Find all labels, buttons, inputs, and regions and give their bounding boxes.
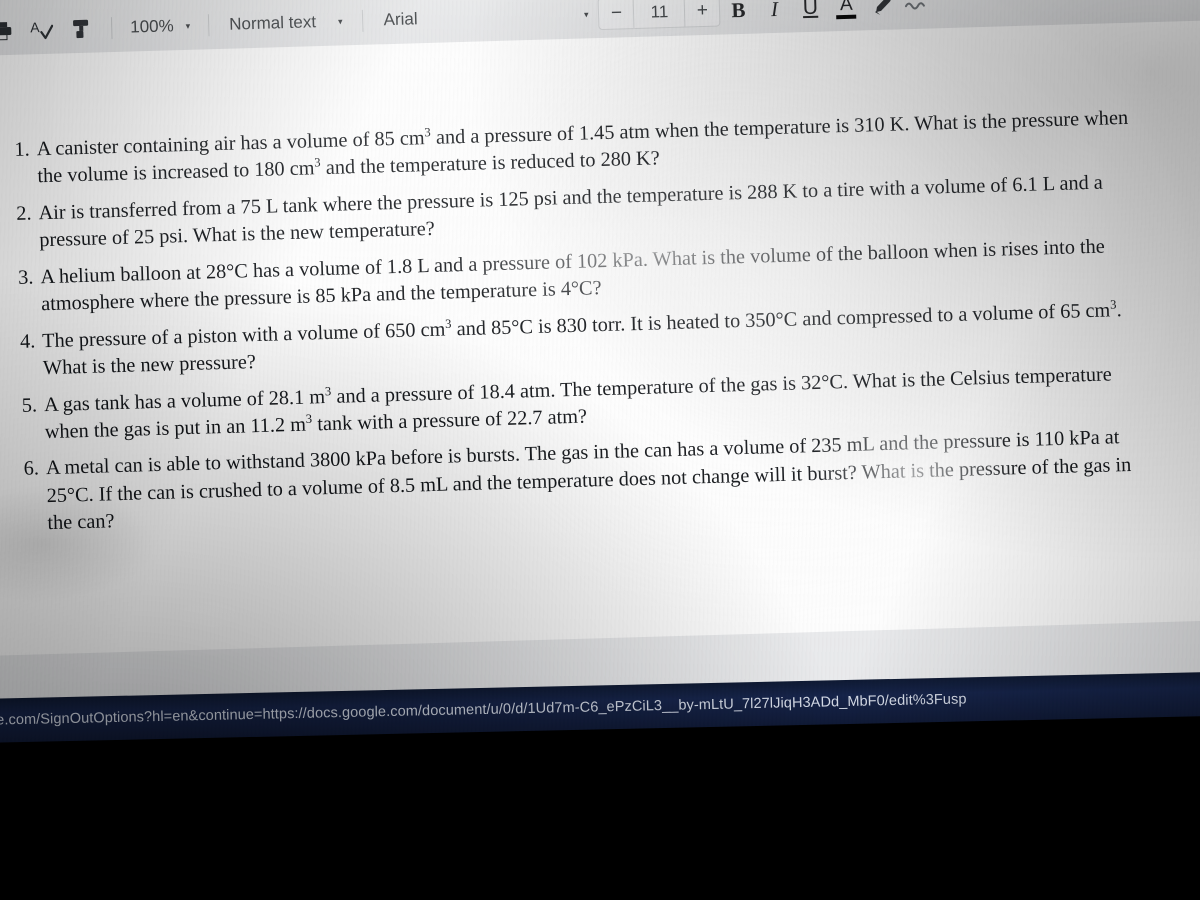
paint-format-icon[interactable] [61,11,102,46]
chevron-down-icon: ▾ [337,15,343,27]
monitor-screen: Combined Ga... ★ ⇲ ☁ File Edit View Inse… [0,0,1200,739]
text-color-swatch [836,14,857,19]
font-size-increase-button[interactable]: + [685,0,720,27]
font-size-stepper[interactable]: − 11 + [598,0,721,31]
toolbar-divider [362,9,364,32]
italic-button[interactable]: I [756,0,793,27]
photo-dark-border [0,760,1200,900]
svg-text:A: A [30,19,40,35]
document-page: 1. A canister containing air has a volum… [0,17,1200,663]
underline-button[interactable]: U [792,0,829,25]
font-size-value[interactable]: 11 [633,0,686,29]
paragraph-style-select[interactable]: Normal text ▾ [219,5,353,41]
list-item-text: A metal can is able to withstand 3800 kP… [45,426,1132,534]
zoom-select[interactable]: 100% ▾ [122,10,199,44]
font-family-select[interactable]: Arial ▾ [373,0,599,37]
paragraph-style-value: Normal text [228,12,317,34]
list-item-number: 6. [23,457,40,481]
more-options-icon[interactable] [900,0,937,22]
toolbar-divider [207,14,210,37]
bold-button[interactable]: B [720,0,757,28]
list-item-number: 1. [14,138,31,161]
font-family-value: Arial [383,9,418,30]
highlight-pen-icon[interactable] [864,0,901,23]
photographed-screen: Combined Ga... ★ ⇲ ☁ File Edit View Inse… [0,0,1200,900]
list-item-number: 2. [16,202,32,225]
list-item-number: 3. [17,266,34,289]
text-color-button[interactable]: A [828,0,865,24]
spellcheck-icon[interactable]: A [21,13,62,48]
print-icon[interactable] [0,14,22,49]
chevron-down-icon: ▾ [583,8,589,19]
document-body[interactable]: 1. A canister containing air has a volum… [0,104,1161,548]
zoom-value: 100% [129,16,174,37]
list-item-number: 5. [21,393,38,417]
text-color-label: A [839,0,853,15]
status-bar-url: nts.google.com/SignOutOptions?hl=en&cont… [0,691,967,730]
toolbar-divider [110,17,113,40]
screen-glare [106,566,310,663]
font-size-decrease-button[interactable]: − [599,0,634,29]
list-item-number: 4. [19,330,36,353]
chevron-down-icon: ▾ [185,20,191,31]
question-list: 1. A canister containing air has a volum… [0,104,1160,538]
